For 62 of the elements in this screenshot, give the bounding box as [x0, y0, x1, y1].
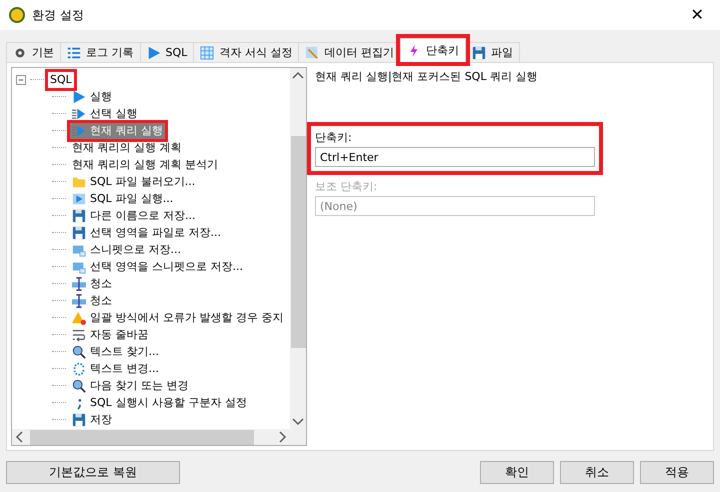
folder-icon — [72, 174, 86, 188]
window-title: 환경 설정 — [32, 6, 85, 24]
tree-item[interactable]: SQL 파일 실행... — [70, 190, 176, 206]
play-icon — [146, 46, 160, 60]
tree-item[interactable]: 다른 이름으로 저장... — [70, 208, 198, 224]
shortcut-field[interactable]: Ctrl+Enter — [315, 147, 595, 167]
tree-item-label: 청소 — [90, 292, 112, 308]
tree-item-label: 텍스트 변경... — [90, 360, 159, 376]
tree-item[interactable]: 청소 — [70, 292, 114, 308]
tree-item[interactable]: SQL 파일 불러오기... — [70, 174, 198, 190]
gear-icon — [13, 46, 27, 60]
tree-item-label: 청소 — [90, 276, 112, 292]
tree-item[interactable]: 텍스트 변경... — [70, 360, 161, 376]
tree-item[interactable]: 현재 쿼리 실행 — [70, 122, 165, 138]
tree-item-label: 다음 찾기 또는 변경 — [90, 378, 188, 394]
grid-icon — [200, 46, 214, 60]
close-button[interactable]: ✕ — [682, 3, 712, 27]
ok-button[interactable]: 확인 — [480, 461, 554, 484]
tree-item[interactable]: 선택 실행 — [70, 106, 140, 122]
field-label: 보조 단축키: — [315, 179, 378, 194]
apply-button[interactable]: 적용 — [640, 461, 714, 484]
tree-item[interactable]: 텍스트 찾기... — [70, 344, 161, 360]
restore-defaults-button[interactable]: 기본값으로 복원 — [6, 461, 180, 484]
collapse-toggle[interactable]: − — [16, 74, 26, 84]
tab[interactable]: SQL — [140, 42, 194, 62]
list-play-icon — [72, 124, 86, 138]
tab[interactable]: 기본 — [6, 42, 61, 62]
tree-item[interactable]: 스니펫으로 저장... — [70, 242, 183, 258]
pencil-icon — [305, 46, 320, 60]
app-logo-icon — [8, 6, 26, 24]
tree-item[interactable]: 저장 — [70, 412, 114, 428]
tree-item-label: 선택 실행 — [90, 106, 138, 122]
text-cursor-icon — [72, 294, 86, 308]
warning-icon — [72, 310, 86, 324]
cancel-button[interactable]: 취소 — [560, 461, 634, 484]
tree-item-label: 현재 쿼리 실행 — [90, 122, 163, 138]
field-label: 단축키: — [315, 130, 353, 145]
snippet-icon — [72, 242, 86, 256]
tree-item-label: SQL 파일 실행... — [90, 190, 174, 206]
tree-item-label: 스니펫으로 저장... — [90, 242, 181, 258]
search-icon — [72, 378, 86, 392]
snippet-icon — [72, 260, 86, 274]
description-text: 현재 쿼리 실행|현재 포커스된 SQL 쿼리 실행 — [315, 69, 538, 84]
tree-item[interactable]: 자동 줄바꿈 — [70, 326, 150, 342]
text-cursor-icon — [72, 276, 86, 290]
tree-item-label: 자동 줄바꿈 — [90, 326, 148, 342]
tree-item-label: 다른 이름으로 저장... — [90, 208, 196, 224]
tree-item[interactable]: 실행 — [70, 88, 114, 104]
tree-item[interactable]: 청소 — [70, 276, 114, 292]
refresh-icon — [72, 362, 86, 376]
tree-item-label: SQL 파일 불러오기... — [90, 174, 196, 190]
tab[interactable]: 격자 서식 설정 — [193, 42, 300, 62]
tree-item-label: 실행 — [90, 88, 112, 104]
list-icon — [67, 46, 81, 60]
word-wrap-icon — [72, 328, 86, 342]
tree-item-label: 텍스트 찾기... — [90, 344, 159, 360]
tree-item[interactable]: 다음 찾기 또는 변경 — [70, 378, 190, 394]
tree-item-label: 저장 — [90, 412, 112, 428]
file-play-icon — [72, 192, 86, 206]
list-play-icon — [72, 106, 86, 120]
play-icon — [72, 90, 86, 104]
search-icon — [72, 344, 86, 358]
